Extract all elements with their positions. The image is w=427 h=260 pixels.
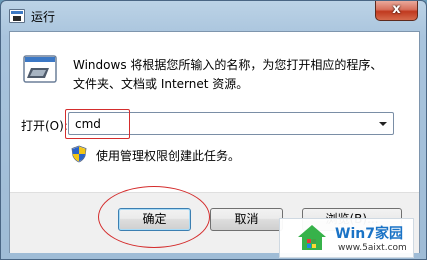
close-icon: x [392, 2, 401, 17]
description-text: Windows 将根据您所输入的名称，为您打开相应的程序、 文件夹、文档或 In… [73, 56, 382, 94]
open-label: 打开(O): [21, 119, 68, 133]
window-title: 运行 [31, 10, 56, 24]
admin-privilege-note: 使用管理权限创建此任务。 [96, 149, 241, 163]
ok-button[interactable]: 确定 [118, 208, 191, 231]
run-dialog: 运行 x Windows 将根据您所输入的名称，为您打开相应的程序、 文件夹、文… [0, 0, 427, 260]
house-logo-icon [298, 225, 326, 250]
close-button[interactable]: x [375, 1, 418, 21]
description-line-1: Windows 将根据您所输入的名称，为您打开相应的程序、 [73, 58, 383, 72]
description-line-2: 文件夹、文档或 Internet 资源。 [73, 77, 249, 91]
open-input[interactable]: cmd [75, 117, 101, 131]
run-dialog-icon [9, 9, 25, 23]
uac-shield-icon [71, 145, 87, 163]
cancel-button[interactable]: 取消 [210, 208, 283, 231]
watermark-badge: Win7家园 www.5aixt.com [279, 218, 414, 258]
watermark-url: www.5aixt.com [338, 243, 407, 253]
chevron-down-icon[interactable] [375, 115, 391, 132]
run-program-icon [23, 55, 57, 83]
watermark-name: Win7家园 [335, 226, 403, 242]
open-combobox[interactable]: cmd [68, 112, 394, 135]
title-bar[interactable]: 运行 x [1, 1, 426, 31]
